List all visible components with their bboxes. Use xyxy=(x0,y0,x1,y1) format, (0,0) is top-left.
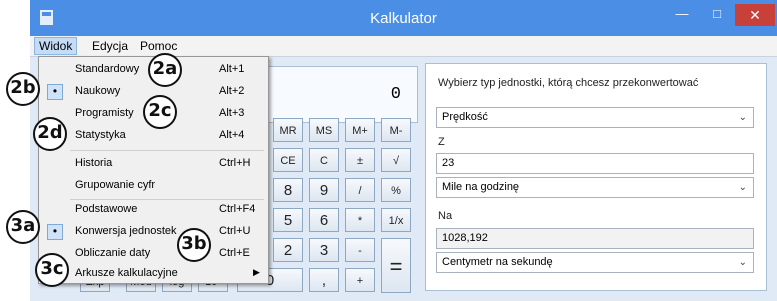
title-bar[interactable]: Kalkulator — □ ✕ xyxy=(30,0,777,36)
menu-item-label: Naukowy xyxy=(75,85,121,97)
minus-button[interactable]: - xyxy=(345,238,375,262)
menu-item-digit-grouping[interactable]: Grupowanie cyfr xyxy=(39,175,268,197)
menu-item-shortcut: Ctrl+E xyxy=(219,247,250,259)
menu-item-label: Grupowanie cyfr xyxy=(75,179,156,191)
c-button[interactable]: C xyxy=(309,148,339,172)
to-unit-value: Centymetr na sekundę xyxy=(442,256,553,268)
menu-item-shortcut: Alt+3 xyxy=(219,107,245,119)
menu-item-basic[interactable]: Podstawowe Ctrl+F4 xyxy=(39,199,268,221)
from-value-input[interactable]: 23 xyxy=(436,153,754,174)
callout-2a: 2a xyxy=(148,53,182,87)
display-value: 0 xyxy=(390,85,401,104)
to-unit-select[interactable]: Centymetr na sekundę ⌄ xyxy=(436,252,754,273)
menu-item-date-calculation[interactable]: Obliczanie daty Ctrl+E xyxy=(39,243,268,265)
minimize-button[interactable]: — xyxy=(670,6,694,21)
menu-item-label: Konwersja jednostek xyxy=(75,225,177,237)
menu-item-statistics[interactable]: Statystyka Alt+4 xyxy=(39,125,268,147)
from-label: Z xyxy=(438,136,445,148)
equals-button[interactable]: = xyxy=(381,238,411,293)
menu-pomoc[interactable]: Pomoc xyxy=(136,38,181,54)
maximize-button[interactable]: □ xyxy=(706,6,728,21)
callout-2b: 2b xyxy=(6,72,40,106)
menu-item-label: Historia xyxy=(75,157,113,169)
window-title: Kalkulator xyxy=(370,10,437,27)
callout-2d: 2d xyxy=(33,117,67,151)
digit-3-button[interactable]: 3 xyxy=(309,238,339,262)
ms-button[interactable]: MS xyxy=(309,118,339,142)
menu-item-unit-conversion[interactable]: • Konwersja jednostek Ctrl+U xyxy=(39,221,268,243)
radio-dot-icon: • xyxy=(47,84,63,100)
chevron-down-icon: ⌄ xyxy=(738,182,747,193)
menu-edycja[interactable]: Edycja xyxy=(88,38,132,54)
plus-minus-button[interactable]: ± xyxy=(345,148,375,172)
menu-item-shortcut: Ctrl+U xyxy=(219,225,251,237)
menu-item-worksheets[interactable]: Arkusze kalkulacyjne ▶ xyxy=(39,263,268,285)
menu-item-label: Standardowy xyxy=(75,63,140,75)
sqrt-button[interactable]: √ xyxy=(381,148,411,172)
conversion-prompt: Wybierz typ jednostki, którą chcesz prze… xyxy=(438,77,699,89)
ce-button[interactable]: CE xyxy=(273,148,303,172)
plus-button[interactable]: + xyxy=(345,268,375,292)
m-plus-button[interactable]: M+ xyxy=(345,118,375,142)
chevron-down-icon: ⌄ xyxy=(738,257,747,268)
to-label: Na xyxy=(438,210,453,222)
unit-type-select[interactable]: Prędkość ⌄ xyxy=(436,107,754,128)
menu-item-shortcut: Alt+4 xyxy=(219,129,245,141)
decimal-button[interactable]: , xyxy=(309,268,339,292)
callout-3a: 3a xyxy=(6,210,40,244)
menu-bar: Widok Edycja Pomoc xyxy=(30,36,777,57)
menu-item-shortcut: Ctrl+H xyxy=(219,157,251,169)
menu-item-shortcut: Ctrl+F4 xyxy=(219,203,256,215)
mr-button[interactable]: MR xyxy=(273,118,303,142)
from-unit-value: Mile na godzinę xyxy=(442,181,520,193)
menu-item-history[interactable]: Historia Ctrl+H xyxy=(39,153,268,175)
menu-item-shortcut: Alt+1 xyxy=(219,63,245,75)
to-value-output: 1028,192 xyxy=(436,228,754,249)
menu-item-label: Statystyka xyxy=(75,129,126,141)
digit-8-button[interactable]: 8 xyxy=(273,178,303,202)
digit-6-button[interactable]: 6 xyxy=(309,208,339,232)
digit-9-button[interactable]: 9 xyxy=(309,178,339,202)
multiply-button[interactable]: * xyxy=(345,208,375,232)
menu-item-shortcut: Alt+2 xyxy=(219,85,245,97)
digit-2-button[interactable]: 2 xyxy=(273,238,303,262)
radio-dot-icon: • xyxy=(47,224,63,240)
callout-2c: 2c xyxy=(143,95,177,129)
reciprocal-button[interactable]: 1/x xyxy=(381,208,411,232)
divide-button[interactable]: / xyxy=(345,178,375,202)
menu-item-label: Arkusze kalkulacyjne xyxy=(75,267,178,279)
menu-item-label: Programisty xyxy=(75,107,134,119)
submenu-arrow-icon: ▶ xyxy=(253,267,260,277)
digit-5-button[interactable]: 5 xyxy=(273,208,303,232)
callout-3c: 3c xyxy=(35,253,69,287)
chevron-down-icon: ⌄ xyxy=(738,112,747,123)
menu-item-label: Obliczanie daty xyxy=(75,247,151,259)
unit-type-value: Prędkość xyxy=(442,111,488,123)
m-minus-button[interactable]: M- xyxy=(381,118,411,142)
percent-button[interactable]: % xyxy=(381,178,411,202)
unit-conversion-panel: Wybierz typ jednostki, którą chcesz prze… xyxy=(425,63,767,291)
callout-3b: 3b xyxy=(177,228,211,262)
menu-item-label: Podstawowe xyxy=(75,203,138,215)
menu-widok[interactable]: Widok xyxy=(34,37,78,55)
view-menu-dropdown: Standardowy Alt+1 • Naukowy Alt+2 Progra… xyxy=(38,56,269,284)
menu-separator xyxy=(70,150,264,151)
close-button[interactable]: ✕ xyxy=(735,4,775,26)
from-unit-select[interactable]: Mile na godzinę ⌄ xyxy=(436,177,754,198)
